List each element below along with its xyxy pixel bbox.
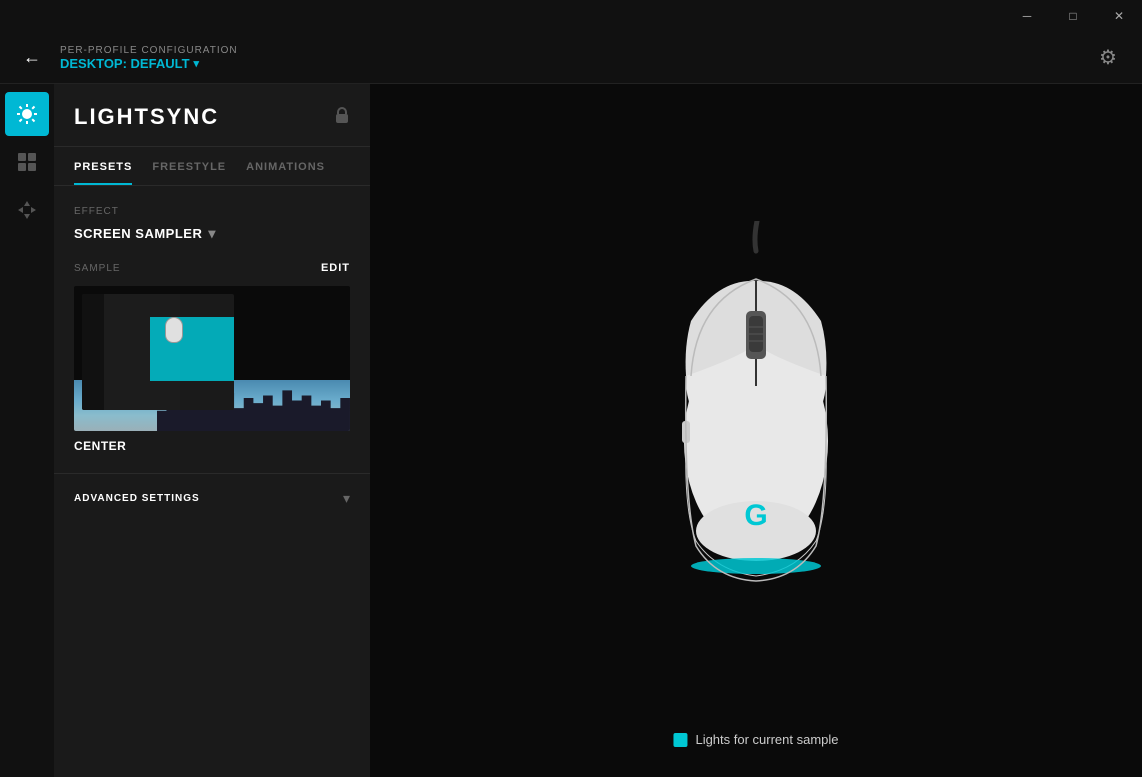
sample-header: SAMPLE EDIT <box>74 262 350 274</box>
effect-dropdown[interactable]: SCREEN SAMPLER ▾ <box>74 225 350 242</box>
header: ← PER-PROFILE CONFIGURATION DESKTOP: Def… <box>0 32 1142 84</box>
profile-selector[interactable]: DESKTOP: Default ▾ <box>60 56 1090 71</box>
mouse-container: G <box>646 221 866 601</box>
sample-section: SAMPLE EDIT CENTER <box>54 262 370 473</box>
profile-chevron-icon: ▾ <box>194 57 200 70</box>
header-info: PER-PROFILE CONFIGURATION DESKTOP: Defau… <box>60 45 1090 71</box>
advanced-settings[interactable]: ADVANCED SETTINGS ▾ <box>54 473 370 523</box>
profile-name: DESKTOP: Default <box>60 56 190 71</box>
close-button[interactable]: ✕ <box>1096 0 1142 32</box>
preview-mouse-icon <box>165 317 183 343</box>
legend: Lights for current sample <box>673 732 838 747</box>
settings-button[interactable]: ⚙ <box>1090 40 1126 76</box>
main-panel: LIGHTSYNC PRESETS FREESTYLE ANIMATIONS E… <box>54 84 370 777</box>
titlebar: ─ □ ✕ <box>0 0 1142 32</box>
icon-sidebar <box>0 84 54 777</box>
effect-chevron-icon: ▾ <box>208 225 216 242</box>
tab-freestyle[interactable]: FREESTYLE <box>152 147 226 185</box>
maximize-button[interactable]: □ <box>1050 0 1096 32</box>
advanced-chevron-icon: ▾ <box>343 490 350 507</box>
preview-inner <box>74 286 350 431</box>
preview-cyan-area <box>150 317 234 381</box>
advanced-label: ADVANCED SETTINGS <box>74 493 200 504</box>
preview-app-sidebar <box>82 294 104 410</box>
mouse-svg: G <box>646 221 866 601</box>
config-title: PER-PROFILE CONFIGURATION <box>60 45 1090 56</box>
panel-title: LIGHTSYNC <box>74 104 219 130</box>
sample-preview[interactable] <box>74 286 350 431</box>
titlebar-controls: ─ □ ✕ <box>1004 0 1142 32</box>
preview-app-window <box>82 294 234 410</box>
center-label: CENTER <box>74 439 350 453</box>
effect-section: EFFECT SCREEN SAMPLER ▾ <box>54 186 370 262</box>
sample-label: SAMPLE <box>74 263 121 274</box>
tab-presets[interactable]: PRESETS <box>74 147 132 185</box>
legend-text: Lights for current sample <box>695 732 838 747</box>
sidebar-item-add[interactable] <box>5 140 49 184</box>
lock-icon <box>334 106 350 129</box>
tab-animations[interactable]: ANIMATIONS <box>246 147 325 185</box>
sidebar-item-lightsync[interactable] <box>5 92 49 136</box>
panel-header: LIGHTSYNC <box>54 84 370 147</box>
effect-label: EFFECT <box>74 206 350 217</box>
back-button[interactable]: ← <box>16 42 48 74</box>
content-area: G Lights for current sample <box>370 84 1142 777</box>
svg-text:G: G <box>744 499 767 532</box>
edit-button[interactable]: EDIT <box>321 262 350 274</box>
sidebar-item-move[interactable] <box>5 188 49 232</box>
effect-value: SCREEN SAMPLER <box>74 226 202 241</box>
tabs: PRESETS FREESTYLE ANIMATIONS <box>54 147 370 186</box>
legend-color-dot <box>673 733 687 747</box>
minimize-button[interactable]: ─ <box>1004 0 1050 32</box>
